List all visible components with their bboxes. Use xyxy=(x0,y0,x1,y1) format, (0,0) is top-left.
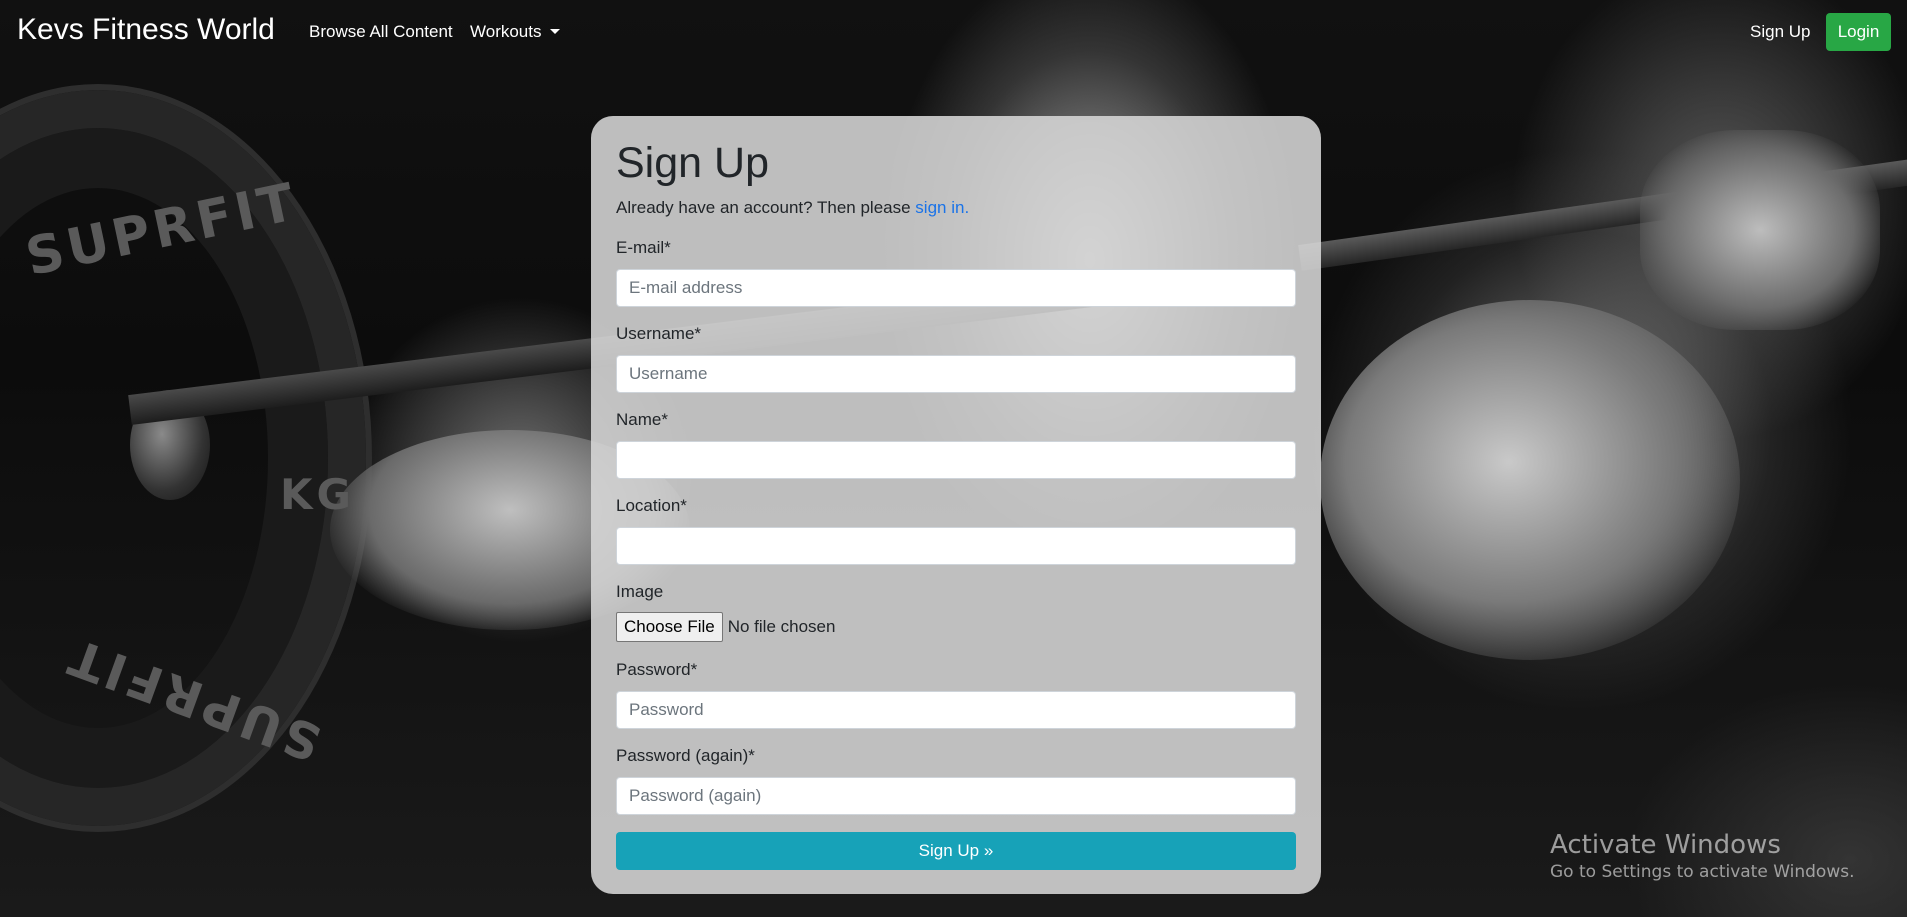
password-field[interactable] xyxy=(616,691,1296,729)
nav-browse-all-content[interactable]: Browse All Content xyxy=(309,22,453,42)
name-label: Name* xyxy=(616,410,668,429)
location-field[interactable] xyxy=(616,527,1296,565)
signup-card: Sign Up Already have an account? Then pl… xyxy=(591,116,1321,894)
image-label: Image xyxy=(616,582,664,601)
top-navbar: Kevs Fitness World Browse All Content Wo… xyxy=(0,0,1907,64)
image-file-input: Choose File No file chosen xyxy=(616,612,835,642)
email-label: E-mail* xyxy=(616,238,671,257)
password-again-label: Password (again)* xyxy=(616,746,755,765)
signin-prompt-text: Already have an account? Then please xyxy=(616,198,916,217)
signin-link[interactable]: sign in. xyxy=(915,198,969,217)
activate-windows-title: Activate Windows xyxy=(1550,830,1781,860)
signin-prompt: Already have an account? Then please sig… xyxy=(616,198,969,218)
email-field[interactable] xyxy=(616,269,1296,307)
page-title: Sign Up xyxy=(616,139,769,187)
nav-workouts-label: Workouts xyxy=(470,22,542,41)
name-field[interactable] xyxy=(616,441,1296,479)
username-label: Username* xyxy=(616,324,702,343)
nav-sign-up[interactable]: Sign Up xyxy=(1750,22,1810,42)
plate-unit-text: KG xyxy=(280,470,356,519)
activate-windows-subtitle: Go to Settings to activate Windows. xyxy=(1550,862,1855,882)
right-hand xyxy=(1640,130,1880,330)
login-button[interactable]: Login xyxy=(1826,13,1891,51)
brand-link[interactable]: Kevs Fitness World xyxy=(17,13,275,47)
nav-workouts-dropdown[interactable]: Workouts xyxy=(470,22,560,42)
file-status-text: No file chosen xyxy=(727,617,836,636)
choose-file-button[interactable]: Choose File xyxy=(616,612,723,642)
password-label: Password* xyxy=(616,660,698,679)
right-arm xyxy=(1320,300,1740,660)
username-field[interactable] xyxy=(616,355,1296,393)
caret-down-icon xyxy=(549,29,560,34)
password-again-field[interactable] xyxy=(616,777,1296,815)
sign-up-submit-button[interactable]: Sign Up » xyxy=(616,832,1296,870)
location-label: Location* xyxy=(616,496,687,515)
